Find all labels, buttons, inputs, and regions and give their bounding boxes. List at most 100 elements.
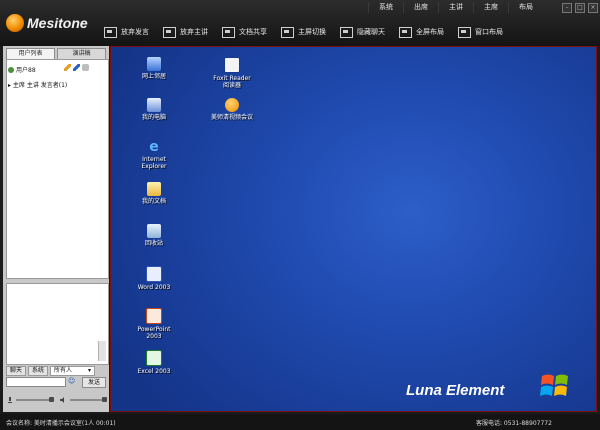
logo-text: Mesitone [27,15,88,31]
user-list-pane [6,59,109,279]
window-layout-button[interactable]: 窗口布局 [458,25,503,39]
menu-system[interactable]: 系统 [368,2,403,13]
meeting-status: 会议名称: 美时清播示会议室(1人 00:01) [6,420,116,427]
logo-ball-icon [6,14,24,32]
screen-switch-button[interactable]: 主屏切换 [281,25,326,39]
user-tree-item[interactable]: ▸ 主席 主讲 发言者(1) [8,80,67,89]
desktop-icon-label: 我的文档 [141,198,166,205]
desktop-icon-ie[interactable]: e Internet Explorer [132,140,176,170]
meeting-icon [225,98,239,112]
document-share-icon [222,26,235,38]
close-icon[interactable]: × [588,3,598,13]
toolbar-label: 文档共享 [239,28,267,36]
chat-log [6,283,109,365]
brush-icon[interactable] [73,64,80,71]
desktop-icon-label: Internet Explorer [141,156,167,170]
desktop-icon-excel[interactable]: Excel 2003 [132,350,176,375]
chevron-down-icon: ▾ [88,367,92,374]
desktop-icon-documents[interactable]: 我的文档 [132,182,176,205]
document-share-button[interactable]: 文档共享 [222,25,267,39]
left-tabs: 用户列表 演讲稿 [6,48,108,59]
desktop-icon-label: 我的电脑 [141,114,166,121]
main-toolbar: 放弃发言 放弃主讲 文档共享 主屏切换 隐藏聊天 全屏布局 窗口布局 [104,25,517,39]
window-layout-icon [458,26,471,38]
fullscreen-layout-button[interactable]: 全屏布局 [399,25,444,39]
toolbar-label: 窗口布局 [475,28,503,36]
desktop-icon-recycle-bin[interactable]: 回收站 [132,224,176,247]
computer-icon [147,98,161,112]
word-icon [146,266,162,282]
toolbar-label: 主屏切换 [298,28,326,36]
shared-desktop [110,46,597,412]
toolbar-label: 放弃发言 [121,28,149,36]
desktop-icon-computer[interactable]: 我的电脑 [132,98,176,121]
chat-input[interactable] [6,377,66,387]
luna-element-branding: Luna Element [406,382,505,399]
speaker-volume-knob[interactable] [102,397,107,402]
mic-volume-knob[interactable] [49,397,54,402]
menu-attend[interactable]: 出席 [403,2,438,13]
recycle-bin-icon [147,224,161,238]
tab-user-list[interactable]: 用户列表 [6,48,55,59]
desktop-icon-label: Foxit Reader 阅读器 [213,75,251,89]
current-user[interactable]: 用户88 [8,65,36,74]
top-menu: 系统 出席 主讲 主席 布局 [368,2,543,13]
documents-icon [147,182,161,196]
user-tools [64,64,89,71]
toolbar-label: 全屏布局 [416,28,444,36]
chat-controls: 聊天 系统 所有人 ▾ [6,366,107,376]
desktop-icon-label: Excel 2003 [137,368,171,375]
recipient-select[interactable]: 所有人 ▾ [50,366,96,376]
give-up-presenting-button[interactable]: 放弃主讲 [163,25,208,39]
ie-icon: e [149,139,159,155]
foxit-icon [224,57,240,73]
user-avatar-icon [8,66,14,73]
service-hotline: 客服电话: 0531-88907772 [476,420,552,427]
excel-icon [146,350,162,366]
desktop-icon-label: Word 2003 [137,284,171,291]
hide-chat-button[interactable]: 隐藏聊天 [340,25,385,39]
speaker-volume-icon[interactable] [60,397,66,403]
clear-icon[interactable] [82,64,89,71]
desktop-icon-network[interactable]: 网上邻居 [132,57,176,80]
maximize-icon[interactable]: □ [575,3,585,13]
desktop-icon-label: 回收站 [144,240,163,247]
mic-volume-slider[interactable] [16,399,52,401]
desktop-icon-label: 网上邻居 [141,73,166,80]
pencil-icon[interactable] [64,64,71,71]
tab-system[interactable]: 系统 [28,366,49,376]
presenter-icon [163,26,176,38]
recipient-value: 所有人 [54,367,73,374]
chat-scrollbar[interactable] [98,341,106,361]
speaker-volume-slider[interactable] [70,399,106,401]
windows-flag-icon [540,372,570,400]
menu-presenter[interactable]: 主讲 [438,2,473,13]
fullscreen-icon [399,26,412,38]
desktop-icon-label: 美师清视频会议 [210,114,253,121]
menu-chair[interactable]: 主席 [473,2,508,13]
desktop-icon-powerpoint[interactable]: PowerPoint 2003 [132,308,176,340]
user-name: 用户88 [16,67,36,74]
menu-layout[interactable]: 布局 [508,2,543,13]
window-controls: – □ × [562,3,598,13]
microphone-icon[interactable] [7,397,13,403]
tab-slides[interactable]: 演讲稿 [57,48,106,59]
speaker-icon [104,26,117,38]
emoji-icon[interactable]: ☺ [68,377,76,385]
toolbar-label: 放弃主讲 [180,28,208,36]
give-up-speaking-button[interactable]: 放弃发言 [104,25,149,39]
desktop-icon-label: PowerPoint 2003 [137,326,171,340]
network-icon [147,57,161,71]
screen-switch-icon [281,26,294,38]
app-logo: Mesitone [6,14,88,32]
desktop-icon-word[interactable]: Word 2003 [132,266,176,291]
desktop-icon-meeting[interactable]: 美师清视频会议 [210,98,254,121]
powerpoint-icon [146,308,162,324]
send-button[interactable]: 发送 [82,377,106,388]
toolbar-label: 隐藏聊天 [357,28,385,36]
chat-hide-icon [340,26,353,38]
desktop-icon-foxit[interactable]: Foxit Reader 阅读器 [210,57,254,89]
minimize-icon[interactable]: – [562,3,572,13]
tab-chat[interactable]: 聊天 [6,366,27,376]
tree-item-label: 主席 主讲 发言者(1) [12,82,68,89]
